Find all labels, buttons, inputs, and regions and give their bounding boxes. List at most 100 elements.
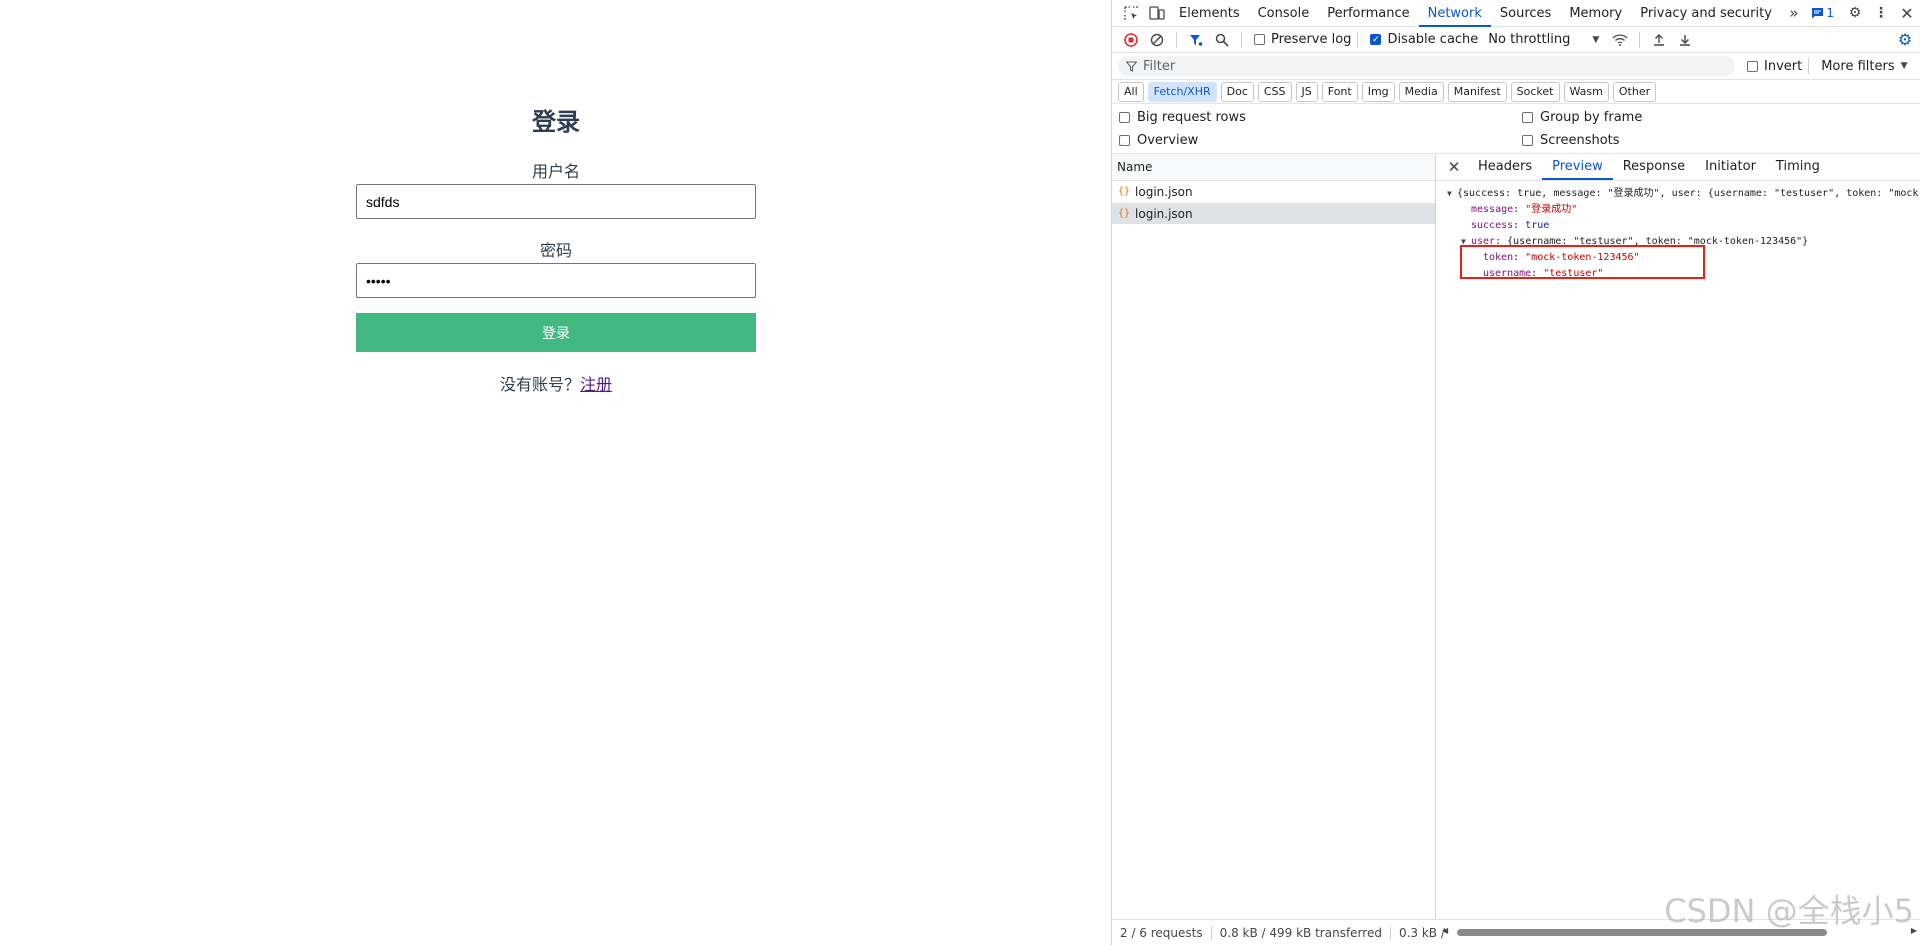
issues-count: 1 <box>1826 6 1834 20</box>
throttling-select[interactable]: No throttling ▼ <box>1488 32 1599 47</box>
toolbar-divider <box>1176 31 1177 48</box>
transferred-size: 0.8 kB / 499 kB transferred <box>1212 925 1391 940</box>
password-input[interactable] <box>356 263 756 298</box>
register-prompt: 没有账号？注册 <box>356 371 756 395</box>
tab-memory[interactable]: Memory <box>1560 0 1631 27</box>
type-css[interactable]: CSS <box>1257 81 1292 102</box>
overview-label: Overview <box>1137 133 1199 148</box>
request-row-selected[interactable]: {} login.json <box>1112 203 1435 225</box>
toolbar-divider <box>1639 31 1641 48</box>
username-label: 用户名 <box>531 162 580 181</box>
request-count: 2 / 6 requests <box>1112 925 1212 940</box>
tab-console[interactable]: Console <box>1249 0 1319 27</box>
checkbox-box <box>1522 135 1533 146</box>
type-media[interactable]: Media <box>1398 81 1444 102</box>
toolbar-divider <box>1241 31 1242 48</box>
more-tabs-icon[interactable]: » <box>1781 1 1807 25</box>
tab-performance[interactable]: Performance <box>1318 0 1418 27</box>
tab-timing[interactable]: Timing <box>1766 154 1830 180</box>
tab-response[interactable]: Response <box>1613 154 1695 180</box>
message-icon <box>1812 8 1824 19</box>
expand-triangle-icon[interactable]: ▼ <box>1447 187 1457 201</box>
export-har-icon[interactable] <box>1672 28 1698 52</box>
devtools-panel: Elements Console Performance Network Sou… <box>1111 0 1920 945</box>
type-doc[interactable]: Doc <box>1220 81 1254 102</box>
filter-input[interactable]: Filter <box>1118 56 1735 76</box>
type-other[interactable]: Other <box>1612 81 1657 102</box>
name-column-header[interactable]: Name <box>1112 154 1435 181</box>
json-root-line[interactable]: ▼ {success: true, message: "登录成功", user: … <box>1447 187 1918 201</box>
dropdown-arrow-icon: ▼ <box>1900 61 1908 71</box>
toolbar-divider <box>1808 58 1810 74</box>
disable-cache-checkbox[interactable]: ✓ Disable cache <box>1370 32 1478 47</box>
json-bool-value: true <box>1525 220 1550 231</box>
filter-funnel-icon[interactable] <box>1183 28 1209 52</box>
import-har-icon[interactable] <box>1646 28 1672 52</box>
search-icon[interactable] <box>1209 28 1235 52</box>
fetch-request-icon: {} <box>1118 208 1131 219</box>
type-all[interactable]: All <box>1118 81 1144 102</box>
type-js[interactable]: JS <box>1295 81 1318 102</box>
close-details-icon[interactable]: ✕ <box>1444 158 1464 176</box>
type-fetch-xhr[interactable]: Fetch/XHR <box>1147 81 1217 102</box>
request-name: login.json <box>1135 184 1193 199</box>
big-request-rows-checkbox[interactable]: Big request rows <box>1119 110 1246 125</box>
tab-headers[interactable]: Headers <box>1468 154 1542 180</box>
big-rows-label: Big request rows <box>1137 110 1246 125</box>
type-font[interactable]: Font <box>1321 81 1358 102</box>
invert-checkbox[interactable]: Invert <box>1747 59 1802 74</box>
more-filters-label: More filters <box>1821 58 1895 74</box>
type-manifest[interactable]: Manifest <box>1447 81 1507 102</box>
checkbox-box <box>1119 112 1130 123</box>
detail-tabs: ✕ Headers Preview Response Initiator Tim… <box>1436 154 1920 181</box>
overview-checkbox[interactable]: Overview <box>1119 133 1198 148</box>
issues-badge[interactable]: 1 <box>1811 6 1834 20</box>
network-toolbar: Preserve log ✓ Disable cache No throttlin… <box>1112 27 1920 53</box>
highlight-annotation-box <box>1460 245 1705 279</box>
network-settings-icon[interactable]: ⚙ <box>1892 28 1918 52</box>
request-list: Name {} login.json {} login.json <box>1112 154 1436 919</box>
more-options-icon[interactable]: ⋮ <box>1868 1 1894 25</box>
screenshots-label: Screenshots <box>1540 133 1620 148</box>
clear-log-icon[interactable] <box>1144 28 1170 52</box>
device-toolbar-icon[interactable] <box>1144 1 1170 25</box>
tab-privacy-security[interactable]: Privacy and security <box>1631 0 1781 27</box>
json-success-line: success: true <box>1471 220 1550 231</box>
checkbox-box <box>1747 60 1758 72</box>
resource-type-filter: All Fetch/XHR Doc CSS JS Font Img Media … <box>1112 80 1920 104</box>
filter-placeholder: Filter <box>1143 58 1176 74</box>
dropdown-arrow-icon: ▼ <box>1592 34 1600 45</box>
type-socket[interactable]: Socket <box>1510 81 1560 102</box>
more-filters-dropdown[interactable]: More filters ▼ <box>1821 59 1907 74</box>
invert-label: Invert <box>1764 58 1803 74</box>
username-input[interactable] <box>356 184 756 219</box>
scroll-left-icon[interactable]: ◀ <box>1442 926 1448 935</box>
login-title: 登录 <box>532 108 580 136</box>
tab-elements[interactable]: Elements <box>1170 0 1249 27</box>
request-row[interactable]: {} login.json <box>1112 181 1435 203</box>
json-key: success <box>1471 220 1514 231</box>
login-button[interactable]: 登录 <box>356 313 756 352</box>
settings-gear-icon[interactable]: ⚙ <box>1842 1 1868 25</box>
tab-network[interactable]: Network <box>1418 0 1491 27</box>
toolbar-divider <box>1357 31 1359 48</box>
type-img[interactable]: Img <box>1361 81 1395 102</box>
register-link[interactable]: 注册 <box>580 375 612 394</box>
tab-initiator[interactable]: Initiator <box>1695 154 1766 180</box>
checkbox-box <box>1522 112 1533 123</box>
tab-preview[interactable]: Preview <box>1542 154 1613 180</box>
inspect-element-icon[interactable] <box>1118 1 1144 25</box>
network-conditions-icon[interactable] <box>1607 28 1633 52</box>
type-wasm[interactable]: Wasm <box>1563 81 1609 102</box>
request-details: ✕ Headers Preview Response Initiator Tim… <box>1436 154 1920 919</box>
preserve-log-label: Preserve log <box>1271 32 1352 47</box>
screenshots-checkbox[interactable]: Screenshots <box>1522 133 1620 148</box>
group-by-frame-checkbox[interactable]: Group by frame <box>1522 110 1642 125</box>
login-page: 登录 用户名 密码 登录 没有账号？注册 <box>0 0 1111 945</box>
close-devtools-icon[interactable]: ✕ <box>1894 1 1920 25</box>
filter-bar: Filter Invert More filters ▼ <box>1112 53 1920 80</box>
preserve-log-checkbox[interactable]: Preserve log <box>1254 32 1351 47</box>
stop-recording-icon[interactable] <box>1118 28 1144 52</box>
tab-sources[interactable]: Sources <box>1491 0 1560 27</box>
filter-icon <box>1126 60 1137 72</box>
